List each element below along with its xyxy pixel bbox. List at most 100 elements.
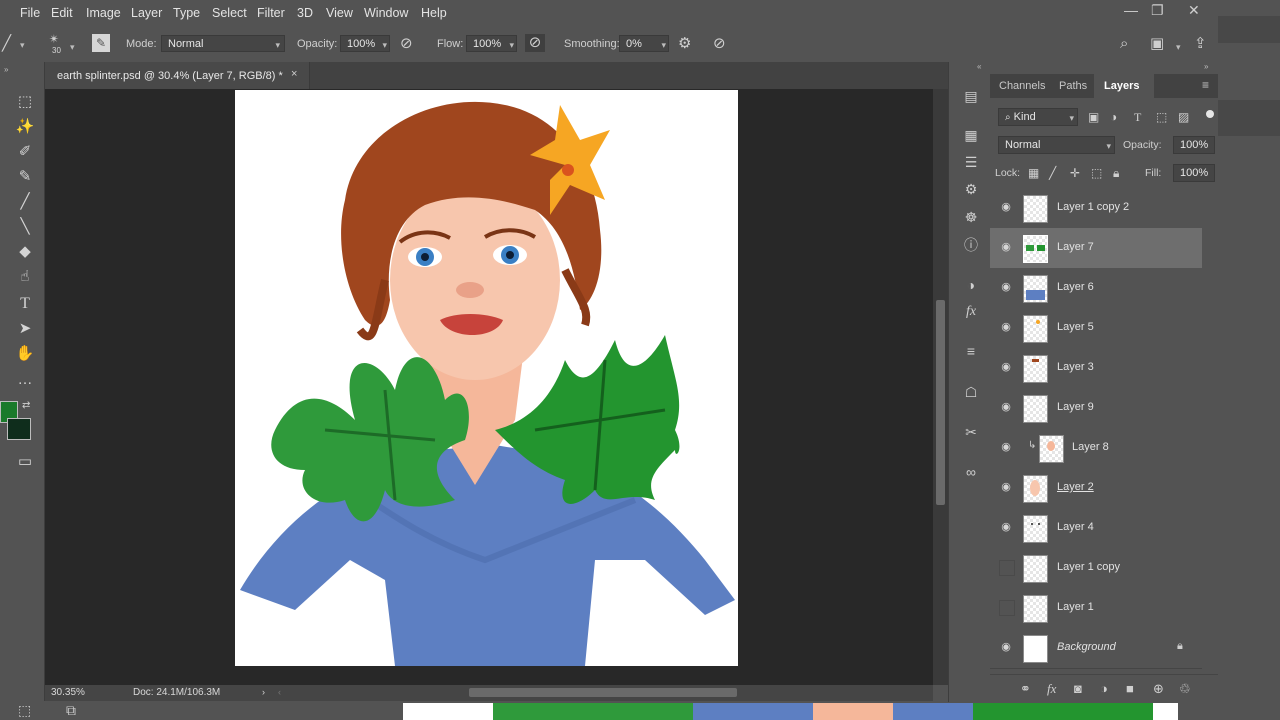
- layer-row[interactable]: ◉ Background 🔒︎: [990, 628, 1202, 669]
- eyedropper-icon[interactable]: ✐: [14, 142, 36, 162]
- pressure-size-icon[interactable]: ⊘: [713, 35, 726, 53]
- brush-settings-panel-icon[interactable]: ≡: [961, 341, 981, 361]
- share-icon[interactable]: ⇪: [1194, 35, 1207, 53]
- layer-row[interactable]: ◉ Layer 1: [990, 588, 1202, 629]
- brush-icon[interactable]: ✎: [14, 167, 36, 187]
- menu-window[interactable]: Window: [364, 0, 408, 27]
- layer-fill-field[interactable]: 100%: [1173, 164, 1215, 182]
- link-icon[interactable]: ⚭: [1020, 681, 1031, 697]
- chevron-right-icon[interactable]: ›: [262, 687, 265, 697]
- search-icon[interactable]: ⌕: [1120, 35, 1128, 53]
- pressure-opacity-icon[interactable]: ⊘: [400, 35, 413, 53]
- filter-kind-select[interactable]: ⌕ Kind ▾: [998, 108, 1078, 126]
- restore-button[interactable]: ❐: [1151, 2, 1164, 19]
- new-layer-icon[interactable]: ⊕: [1153, 681, 1164, 697]
- layer-opacity-field[interactable]: 100%: [1173, 136, 1215, 154]
- paint-bucket-icon[interactable]: ◆: [14, 242, 36, 262]
- eye-icon[interactable]: ◉: [999, 640, 1013, 654]
- mask-icon[interactable]: ◙: [1074, 681, 1082, 696]
- info-icon[interactable]: ⓘ: [961, 235, 981, 255]
- smudge-icon[interactable]: ☝: [14, 267, 36, 287]
- clone-source-icon[interactable]: ☖: [961, 382, 981, 402]
- paint-brush-icon[interactable]: ╱: [14, 192, 36, 212]
- minimize-button[interactable]: —: [1124, 2, 1138, 18]
- eye-icon[interactable]: ◉: [999, 200, 1013, 214]
- tool-presets-icon[interactable]: ✂: [961, 422, 981, 442]
- filter-toggle[interactable]: [1206, 110, 1214, 118]
- eye-hidden-icon[interactable]: ◉: [999, 600, 1015, 616]
- lock-transparent-icon[interactable]: ▦: [1028, 164, 1039, 182]
- actions-panel-icon[interactable]: ⚙: [961, 179, 981, 199]
- eye-icon[interactable]: ◉: [999, 360, 1013, 374]
- swap-colors-icon[interactable]: ⇄: [22, 400, 30, 411]
- chevron-down-icon[interactable]: ▾: [20, 40, 25, 51]
- chevron-down-icon[interactable]: ▾: [1176, 42, 1181, 53]
- brush-settings-icon[interactable]: ✎: [92, 34, 110, 52]
- lock-all-icon[interactable]: 🔒︎: [1113, 164, 1119, 182]
- adjustments-icon[interactable]: ◑: [961, 275, 981, 295]
- tab-paths[interactable]: Paths: [1059, 80, 1087, 92]
- menu-layer[interactable]: Layer: [131, 0, 162, 27]
- adjust-panel-icon[interactable]: ☰: [961, 152, 981, 172]
- eye-icon[interactable]: ◉: [999, 240, 1013, 254]
- panel-menu-icon[interactable]: ≡: [1202, 78, 1209, 92]
- trash-icon[interactable]: ♲: [1179, 681, 1191, 697]
- layer-row[interactable]: ◉ Layer 2: [990, 468, 1202, 509]
- layer-row[interactable]: ◉ Layer 5: [990, 308, 1202, 349]
- tab-layers[interactable]: Layers: [1104, 80, 1139, 92]
- horizontal-scroll-thumb[interactable]: [469, 688, 737, 697]
- smart-object-filter-icon[interactable]: ▨: [1178, 108, 1189, 126]
- layer-row[interactable]: ◉ Layer 6: [990, 268, 1202, 309]
- menu-view[interactable]: View: [326, 0, 353, 27]
- workspace-icon[interactable]: ▣: [1150, 35, 1164, 53]
- type-tool-icon[interactable]: T: [14, 294, 36, 314]
- menu-select[interactable]: Select: [212, 0, 247, 27]
- navigator-panel-icon[interactable]: ☸: [961, 207, 981, 227]
- layer-row[interactable]: ◉ Layer 1 copy: [990, 548, 1202, 589]
- artboard-icon[interactable]: ⧉: [66, 702, 76, 719]
- lock-artboard-icon[interactable]: ⬚: [1091, 164, 1102, 182]
- blend-mode-select[interactable]: Normal ▾: [998, 136, 1115, 154]
- menu-edit[interactable]: Edit: [51, 0, 73, 27]
- more-tools-icon[interactable]: …: [14, 370, 36, 390]
- adjustment-filter-icon[interactable]: ◑: [1110, 108, 1117, 126]
- brush-tool-icon[interactable]: ╱: [2, 35, 11, 53]
- eye-icon[interactable]: ◉: [999, 280, 1013, 294]
- layer-row[interactable]: ◉ Layer 3: [990, 348, 1202, 389]
- zoom-level[interactable]: 30.35%: [51, 687, 85, 698]
- opacity-field[interactable]: 100% ▾: [340, 35, 390, 52]
- airbrush-icon[interactable]: ⊘: [525, 34, 545, 52]
- swatches-panel-icon[interactable]: ▦: [961, 125, 981, 145]
- marquee-tool-icon[interactable]: ⬚: [14, 92, 36, 112]
- collapse-icon[interactable]: »: [1204, 62, 1208, 71]
- tab-channels[interactable]: Channels: [999, 80, 1045, 92]
- document-tab[interactable]: earth splinter.psd @ 30.4% (Layer 7, RGB…: [45, 62, 310, 89]
- layer-row[interactable]: ◉ ↳ Layer 8: [990, 428, 1202, 469]
- type-filter-icon[interactable]: T: [1134, 108, 1141, 126]
- smoothing-field[interactable]: 0% ▾: [619, 35, 669, 52]
- folder-icon[interactable]: ■: [1126, 681, 1134, 696]
- libraries-icon[interactable]: ∞: [961, 462, 981, 482]
- mode-select[interactable]: Normal ▾: [161, 35, 285, 52]
- flow-field[interactable]: 100% ▾: [466, 35, 517, 52]
- close-tab-icon[interactable]: ×: [291, 68, 297, 80]
- eye-hidden-icon[interactable]: ◉: [999, 560, 1015, 576]
- collapse-icon[interactable]: «: [977, 62, 981, 71]
- menu-file[interactable]: File: [20, 0, 40, 27]
- eye-icon[interactable]: ◉: [999, 520, 1013, 534]
- chevron-down-icon[interactable]: ▾: [70, 42, 75, 53]
- layer-row[interactable]: ◉ Layer 4: [990, 508, 1202, 549]
- history-panel-icon[interactable]: ▤: [961, 86, 981, 106]
- menu-3d[interactable]: 3D: [297, 0, 313, 27]
- vertical-scroll-thumb[interactable]: [936, 300, 945, 505]
- menu-help[interactable]: Help: [421, 0, 447, 27]
- close-button[interactable]: ✕: [1188, 2, 1200, 19]
- gear-icon[interactable]: ⚙: [678, 35, 691, 53]
- eye-icon[interactable]: ◉: [999, 480, 1013, 494]
- fx-icon[interactable]: fx: [1047, 681, 1056, 697]
- adjustment-layer-icon[interactable]: ◑: [1100, 681, 1108, 696]
- collapse-icon[interactable]: »: [4, 65, 8, 74]
- layer-row[interactable]: ◉ Layer 1 copy 2: [990, 188, 1202, 229]
- history-brush-icon[interactable]: ╲: [14, 217, 36, 237]
- background-color-swatch[interactable]: [7, 418, 31, 440]
